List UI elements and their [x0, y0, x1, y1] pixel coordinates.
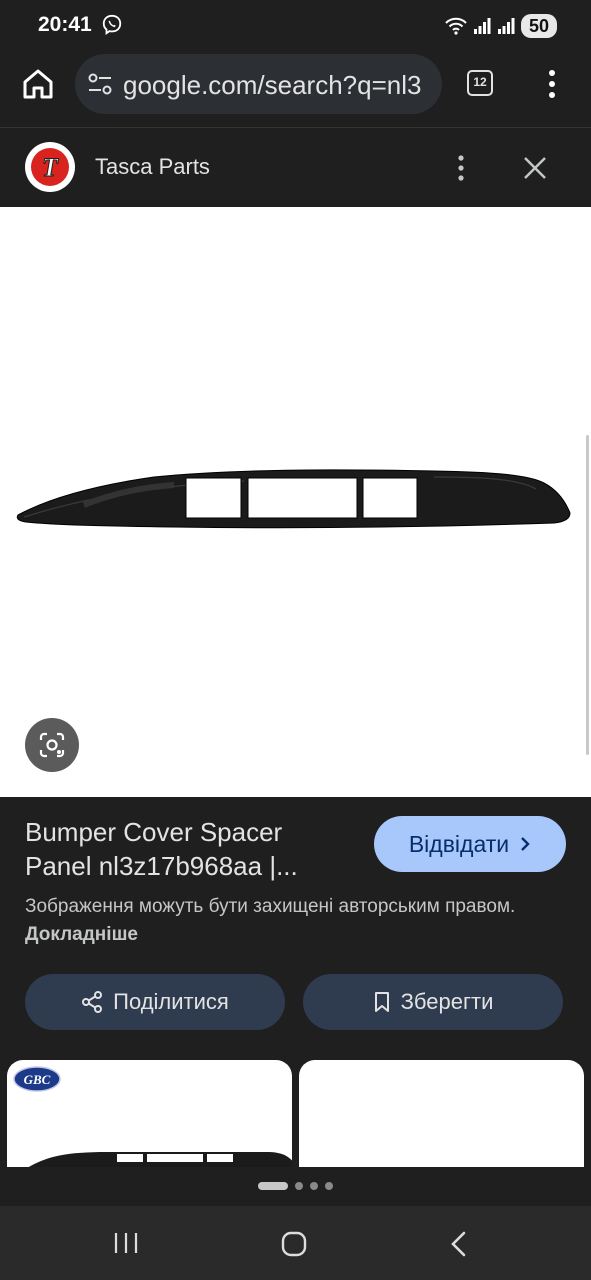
url-bar[interactable]: google.com/search?q=nl3 — [75, 54, 442, 114]
image-source-bar: T Tasca Parts — [0, 127, 591, 207]
save-button[interactable]: Зберегти — [303, 974, 563, 1030]
related-image-card[interactable]: GBC — [7, 1060, 292, 1168]
result-info-panel: Bumper Cover Spacer Panel nl3z17b968aa |… — [0, 797, 591, 1168]
related-image-card[interactable] — [299, 1060, 584, 1168]
carousel-indicator — [0, 1167, 591, 1205]
recent-apps-icon[interactable] — [112, 1231, 140, 1255]
bookmark-icon — [374, 992, 389, 1012]
page-dot — [325, 1182, 333, 1190]
status-bar: 20:41 50 — [0, 0, 591, 52]
close-icon[interactable] — [520, 153, 550, 183]
page-dot — [310, 1182, 318, 1190]
visit-button[interactable]: Відвідати — [374, 816, 566, 872]
share-button-label: Поділитися — [113, 989, 229, 1014]
source-logo-letter: T — [42, 153, 59, 182]
gbc-logo: GBC — [13, 1066, 61, 1092]
related-bumper-image — [27, 1152, 292, 1168]
battery-level: 50 — [520, 14, 557, 38]
browser-toolbar: google.com/search?q=nl3 12 — [0, 52, 591, 126]
copyright-text: Зображення можуть бути захищені авторськ… — [25, 896, 516, 917]
signal-icon-2 — [497, 18, 515, 34]
back-icon[interactable] — [448, 1230, 470, 1258]
viber-icon — [102, 14, 122, 36]
home-nav-icon[interactable] — [280, 1230, 308, 1258]
tab-switcher-button[interactable]: 12 — [467, 70, 493, 96]
page-dot-active — [258, 1182, 288, 1190]
home-icon[interactable] — [20, 66, 56, 102]
signal-icon — [473, 18, 491, 34]
site-settings-icon[interactable] — [87, 72, 113, 96]
copyright-notice: Зображення можуть бути захищені авторськ… — [25, 893, 545, 949]
learn-more-link[interactable]: Докладніше — [25, 924, 138, 945]
share-button[interactable]: Поділитися — [25, 974, 285, 1030]
google-lens-button[interactable] — [25, 718, 79, 772]
bumper-panel-image — [16, 469, 571, 529]
product-image[interactable] — [0, 207, 591, 797]
visit-button-label: Відвідати — [408, 830, 510, 857]
chevron-right-icon — [521, 837, 530, 851]
page-dot — [295, 1182, 303, 1190]
system-navigation-bar — [0, 1206, 591, 1280]
wifi-icon — [445, 17, 467, 35]
source-logo: T — [25, 142, 75, 192]
image-scrollbar[interactable] — [586, 435, 589, 755]
result-title[interactable]: Bumper Cover Spacer Panel nl3z17b968aa |… — [25, 815, 345, 883]
lens-icon — [39, 732, 65, 758]
source-name[interactable]: Tasca Parts — [95, 154, 210, 180]
save-button-label: Зберегти — [400, 989, 494, 1014]
status-time: 20:41 — [38, 13, 92, 36]
gbc-logo-text: GBC — [24, 1072, 51, 1087]
share-icon — [82, 991, 103, 1013]
more-vert-icon[interactable] — [450, 152, 472, 184]
status-icons: 50 — [445, 13, 557, 39]
more-vert-icon[interactable] — [540, 68, 564, 100]
url-text: google.com/search?q=nl3 — [123, 70, 422, 100]
